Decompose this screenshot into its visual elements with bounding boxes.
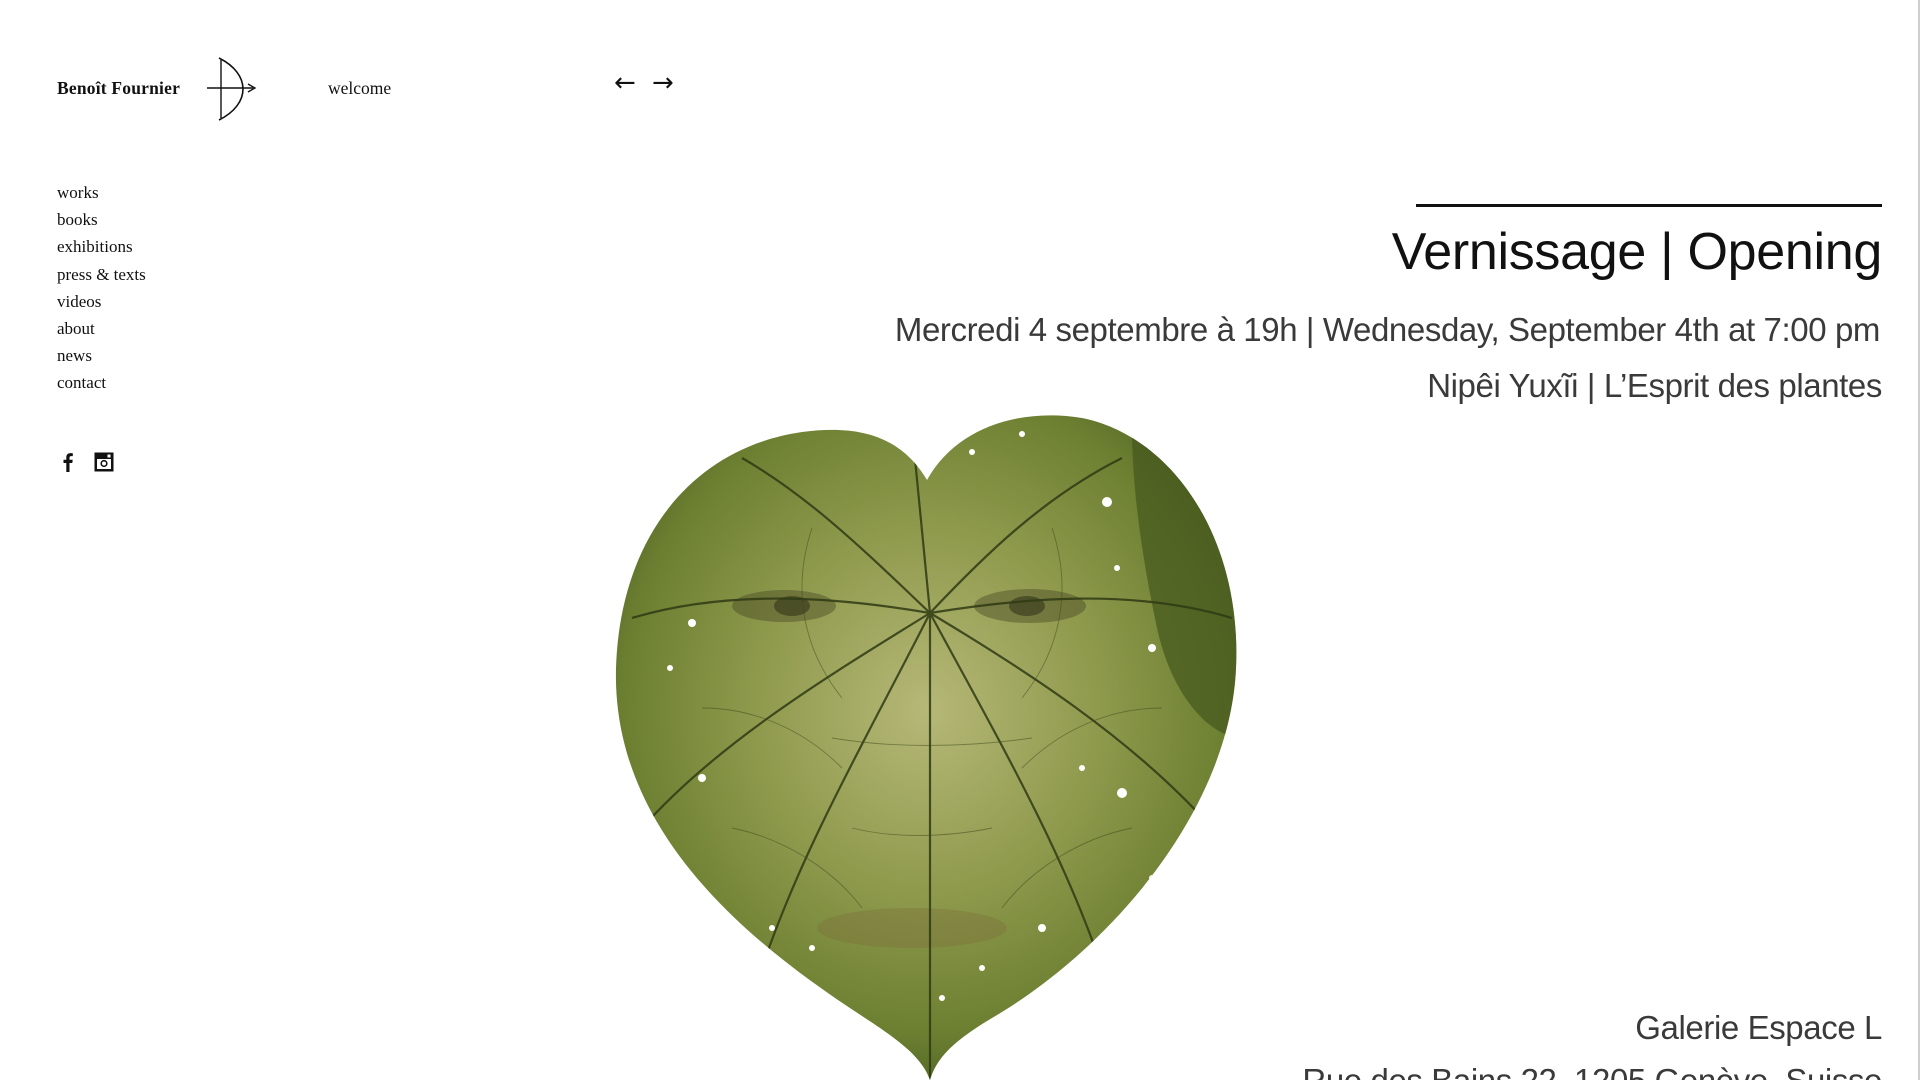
nav-item-works[interactable]: works (57, 179, 146, 206)
nav-item-press-texts[interactable]: press & texts (57, 261, 146, 288)
gallery-name: Galerie Espace L (1635, 1009, 1882, 1046)
previous-arrow-button[interactable]: ← (614, 70, 636, 96)
nav-link-videos[interactable]: videos (57, 292, 101, 311)
nav-item-news[interactable]: news (57, 342, 146, 369)
bow-and-arrow-logo-icon[interactable] (205, 56, 257, 122)
nav-link-news[interactable]: news (57, 346, 92, 365)
welcome-link[interactable]: welcome (328, 78, 391, 99)
facebook-icon[interactable] (57, 451, 79, 473)
site-title[interactable]: Benoît Fournier (57, 78, 180, 99)
leaf-face-artwork (615, 415, 1237, 1080)
headline-rule (1416, 204, 1882, 207)
main-navigation: works books exhibitions press & texts vi… (57, 179, 146, 397)
next-arrow-button[interactable]: → (652, 70, 674, 96)
instagram-icon[interactable] (93, 451, 115, 473)
nav-item-contact[interactable]: contact (57, 369, 146, 396)
nav-item-videos[interactable]: videos (57, 288, 146, 315)
nav-item-books[interactable]: books (57, 206, 146, 233)
event-headline: Vernissage | Opening (1391, 223, 1883, 281)
nav-link-about[interactable]: about (57, 319, 95, 338)
nav-link-press-texts[interactable]: press & texts (57, 265, 146, 284)
nav-item-about[interactable]: about (57, 315, 146, 342)
social-links (57, 451, 115, 473)
event-title: Nipêi Yuxĩi | L’Esprit des plantes (1427, 367, 1882, 404)
nav-link-contact[interactable]: contact (57, 373, 106, 392)
nav-link-books[interactable]: books (57, 210, 98, 229)
nav-item-exhibitions[interactable]: exhibitions (57, 233, 146, 260)
nav-link-exhibitions[interactable]: exhibitions (57, 237, 133, 256)
gallery-address: Rue des Bains 22, 1205 Genève, Suisse (1302, 1062, 1882, 1080)
event-date: Mercredi 4 septembre à 19h | Wednesday, … (894, 311, 1881, 348)
nav-link-works[interactable]: works (57, 183, 99, 202)
